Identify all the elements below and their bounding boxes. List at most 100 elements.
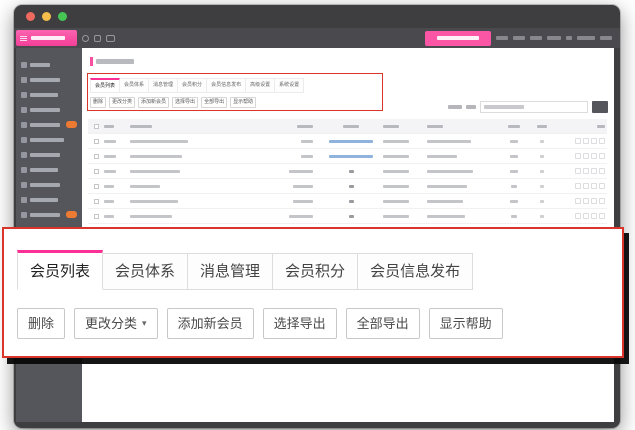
select-all-checkbox[interactable] bbox=[94, 124, 99, 129]
mini-add-member-button[interactable]: 添加新会员 bbox=[138, 97, 169, 108]
add-member-button[interactable]: 添加新会员 bbox=[167, 308, 254, 339]
table-row[interactable] bbox=[88, 133, 607, 148]
mini-tab-member-system[interactable]: 会员体系 bbox=[120, 78, 149, 93]
navbar-glyph-icon[interactable] bbox=[106, 35, 115, 42]
navbar-pink-button[interactable] bbox=[425, 31, 491, 46]
search-submit-button[interactable] bbox=[592, 101, 608, 113]
mini-tab-message-mgmt[interactable]: 消息管理 bbox=[149, 78, 178, 93]
export-all-button[interactable]: 全部导出 bbox=[346, 308, 420, 339]
row-action-button[interactable] bbox=[575, 183, 581, 189]
row-action-button[interactable] bbox=[599, 153, 605, 159]
sidebar-item[interactable] bbox=[16, 102, 82, 117]
mini-delete-button[interactable]: 删除 bbox=[90, 97, 106, 108]
column-header[interactable] bbox=[130, 125, 152, 128]
sidebar-item-active[interactable] bbox=[16, 117, 82, 132]
show-help-button[interactable]: 显示帮助 bbox=[429, 308, 503, 339]
mini-export-selected-button[interactable]: 选择导出 bbox=[172, 97, 198, 108]
row-action-button[interactable] bbox=[583, 168, 589, 174]
row-action-button[interactable] bbox=[575, 213, 581, 219]
row-action-button[interactable] bbox=[599, 183, 605, 189]
navbar-link[interactable] bbox=[566, 36, 572, 40]
mini-export-all-button[interactable]: 全部导出 bbox=[201, 97, 227, 108]
navbar-link[interactable] bbox=[600, 36, 612, 40]
row-action-button[interactable] bbox=[575, 198, 581, 204]
member-name-placeholder[interactable] bbox=[130, 140, 188, 143]
member-name-placeholder[interactable] bbox=[130, 215, 172, 218]
delete-button[interactable]: 删除 bbox=[17, 308, 65, 339]
sidebar-item[interactable] bbox=[16, 177, 82, 192]
row-action-button[interactable] bbox=[591, 138, 597, 144]
row-action-button[interactable] bbox=[599, 168, 605, 174]
sidebar-item[interactable] bbox=[16, 162, 82, 177]
column-header[interactable] bbox=[104, 125, 114, 128]
navbar-glyph-icon[interactable] bbox=[94, 35, 101, 42]
row-checkbox[interactable] bbox=[94, 184, 99, 189]
mini-show-help-button[interactable]: 显示帮助 bbox=[230, 97, 256, 108]
row-checkbox[interactable] bbox=[94, 139, 99, 144]
member-name-placeholder[interactable] bbox=[130, 185, 160, 188]
export-selected-button[interactable]: 选择导出 bbox=[263, 308, 337, 339]
titlebar[interactable] bbox=[14, 5, 620, 28]
mini-tab-system-settings[interactable]: 系统设置 bbox=[275, 78, 304, 93]
mini-tab-member-points[interactable]: 会员积分 bbox=[178, 78, 207, 93]
navbar-link[interactable] bbox=[496, 36, 508, 40]
sidebar-item[interactable] bbox=[16, 207, 82, 222]
member-name-placeholder[interactable] bbox=[130, 155, 182, 158]
navbar-link[interactable] bbox=[547, 36, 561, 40]
sidebar-item[interactable] bbox=[16, 132, 82, 147]
row-action-button[interactable] bbox=[583, 153, 589, 159]
row-action-button[interactable] bbox=[599, 138, 605, 144]
minimize-window-button[interactable] bbox=[42, 12, 51, 21]
navbar-link[interactable] bbox=[513, 36, 525, 40]
column-header[interactable] bbox=[383, 125, 399, 128]
table-row[interactable] bbox=[88, 148, 607, 163]
row-action-button[interactable] bbox=[583, 183, 589, 189]
mini-tab-advanced-settings[interactable]: 高级设置 bbox=[246, 78, 275, 93]
row-action-button[interactable] bbox=[599, 213, 605, 219]
row-checkbox[interactable] bbox=[94, 154, 99, 159]
row-action-button[interactable] bbox=[591, 153, 597, 159]
row-action-button[interactable] bbox=[583, 198, 589, 204]
sidebar-item[interactable] bbox=[16, 147, 82, 162]
tab-member-points[interactable]: 会员积分 bbox=[273, 253, 358, 290]
email-link-placeholder[interactable] bbox=[329, 155, 373, 158]
tab-member-system[interactable]: 会员体系 bbox=[103, 253, 188, 290]
row-action-button[interactable] bbox=[591, 183, 597, 189]
sidebar-item[interactable] bbox=[16, 192, 82, 207]
table-row[interactable] bbox=[88, 193, 607, 208]
member-name-placeholder[interactable] bbox=[130, 170, 180, 173]
table-row[interactable] bbox=[88, 178, 607, 193]
row-action-button[interactable] bbox=[575, 138, 581, 144]
brand-logo[interactable] bbox=[16, 30, 77, 46]
column-header[interactable] bbox=[427, 125, 443, 128]
column-header[interactable] bbox=[297, 125, 313, 128]
row-action-button[interactable] bbox=[575, 168, 581, 174]
row-action-button[interactable] bbox=[591, 198, 597, 204]
row-action-button[interactable] bbox=[591, 168, 597, 174]
navbar-link[interactable] bbox=[577, 36, 595, 40]
column-header[interactable] bbox=[343, 125, 359, 128]
row-checkbox[interactable] bbox=[94, 214, 99, 219]
sidebar-item[interactable] bbox=[16, 87, 82, 102]
mini-change-category-button[interactable]: 更改分类 bbox=[109, 97, 135, 108]
search-input[interactable] bbox=[480, 101, 588, 113]
navbar-link[interactable] bbox=[530, 36, 542, 40]
change-category-button[interactable]: 更改分类▾ bbox=[74, 308, 158, 339]
row-action-button[interactable] bbox=[583, 138, 589, 144]
row-action-button[interactable] bbox=[591, 213, 597, 219]
table-row[interactable] bbox=[88, 208, 607, 223]
row-action-button[interactable] bbox=[575, 153, 581, 159]
mini-tab-member-list[interactable]: 会员列表 bbox=[90, 78, 120, 93]
row-checkbox[interactable] bbox=[94, 199, 99, 204]
tab-member-info-publish[interactable]: 会员信息发布 bbox=[358, 253, 473, 290]
tab-member-list[interactable]: 会员列表 bbox=[17, 250, 103, 290]
sidebar-item[interactable] bbox=[16, 72, 82, 87]
navbar-glyph-icon[interactable] bbox=[82, 35, 89, 42]
member-name-placeholder[interactable] bbox=[130, 200, 178, 203]
row-action-button[interactable] bbox=[599, 198, 605, 204]
sidebar-item[interactable] bbox=[16, 57, 82, 72]
table-row[interactable] bbox=[88, 163, 607, 178]
email-link-placeholder[interactable] bbox=[329, 140, 373, 143]
row-action-button[interactable] bbox=[583, 213, 589, 219]
column-header[interactable] bbox=[508, 125, 520, 128]
